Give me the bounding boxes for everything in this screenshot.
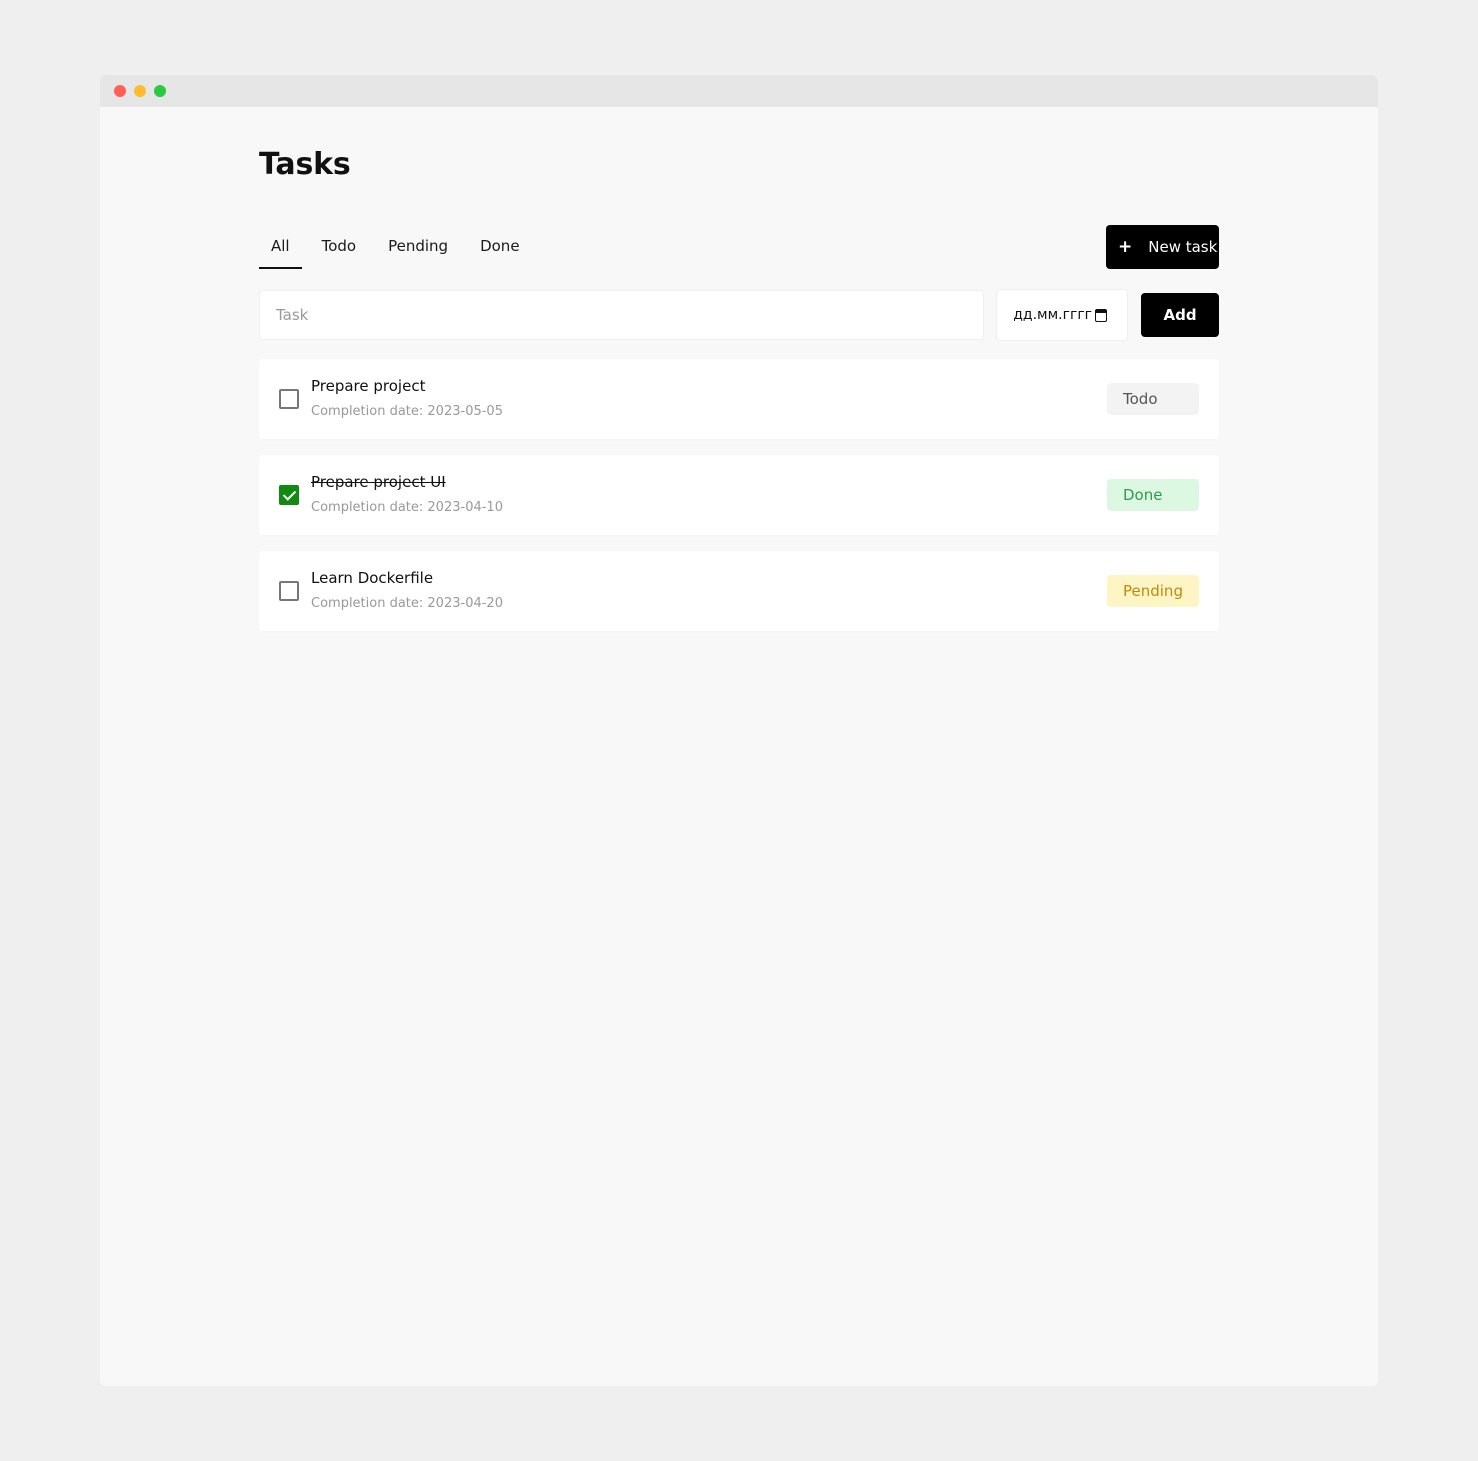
page-title: Tasks [259, 147, 351, 182]
window-titlebar [100, 75, 1378, 107]
add-task-form: Task дд.мм.гггг Add [259, 289, 1219, 341]
status-badge: Done [1107, 479, 1199, 511]
tab-done[interactable]: Done [468, 225, 531, 269]
task-card: Learn Dockerfile Completion date: 2023-0… [259, 551, 1219, 631]
task-checkbox[interactable] [279, 485, 299, 505]
task-checkbox[interactable] [279, 581, 299, 601]
calendar-icon[interactable] [1095, 308, 1108, 322]
close-window-icon[interactable] [114, 85, 126, 97]
new-task-label: New task [1148, 238, 1218, 256]
main-content: Tasks All Todo Pending Done + New task T… [259, 107, 1219, 647]
task-name: Learn Dockerfile [311, 569, 434, 587]
task-list: Prepare project Completion date: 2023-05… [259, 359, 1219, 631]
task-input[interactable]: Task [259, 290, 985, 340]
task-card: Prepare project Completion date: 2023-05… [259, 359, 1219, 439]
add-button[interactable]: Add [1141, 293, 1219, 337]
task-checkbox[interactable] [279, 389, 299, 409]
status-badge: Todo [1107, 383, 1199, 415]
task-name: Prepare project [311, 377, 426, 395]
app-window: Tasks All Todo Pending Done + New task T… [100, 75, 1378, 1386]
date-input-placeholder: дд.мм.гггг [1013, 307, 1093, 323]
new-task-button[interactable]: + New task [1106, 225, 1219, 269]
minimize-window-icon[interactable] [134, 85, 146, 97]
status-badge: Pending [1107, 575, 1199, 607]
task-completion-date: Completion date: 2023-05-05 [311, 404, 503, 419]
filter-tabs: All Todo Pending Done [259, 225, 1219, 269]
task-card: Prepare project UI Completion date: 2023… [259, 455, 1219, 535]
maximize-window-icon[interactable] [154, 85, 166, 97]
tab-all[interactable]: All [259, 225, 302, 269]
plus-icon: + [1118, 237, 1133, 257]
task-input-placeholder: Task [276, 306, 309, 324]
task-completion-date: Completion date: 2023-04-10 [311, 500, 503, 515]
toolbar: All Todo Pending Done + New task [259, 225, 1219, 269]
task-completion-date: Completion date: 2023-04-20 [311, 596, 503, 611]
tab-pending[interactable]: Pending [376, 225, 460, 269]
tab-todo[interactable]: Todo [310, 225, 369, 269]
task-name: Prepare project UI [311, 473, 446, 491]
date-input[interactable]: дд.мм.гггг [996, 289, 1129, 341]
